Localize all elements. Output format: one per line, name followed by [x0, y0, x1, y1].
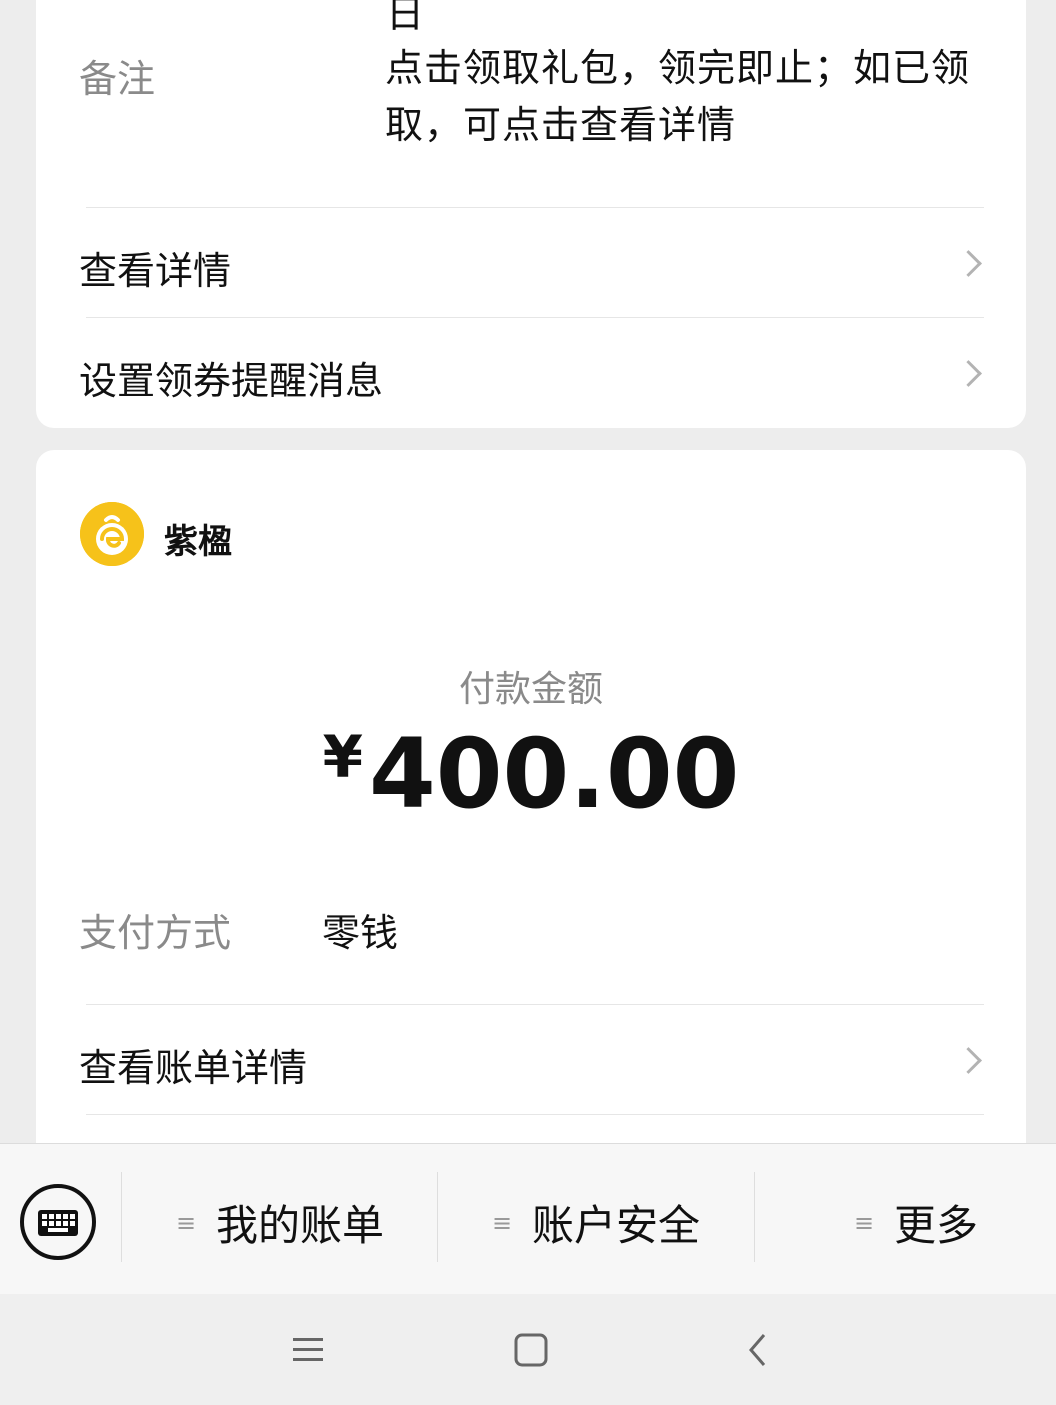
menu-lines-icon: ≡ [176, 1208, 197, 1237]
remark-label: 备注 [79, 57, 156, 101]
currency-symbol: ¥ [322, 723, 363, 791]
nav-back-button[interactable] [708, 1294, 808, 1405]
view-details-label: 查看详情 [79, 249, 232, 293]
menu-lines-icon: ≡ [492, 1208, 513, 1237]
remark-value: 点击领取礼包，领完即止；如已领取，可点击查看详情 [385, 46, 971, 147]
payment-amount: ¥400.00 [36, 718, 1026, 830]
system-navigation-bar [0, 1294, 1056, 1405]
official-account-menu: ≡ 我的账单 ≡ 账户安全 ≡ 更多 [0, 1143, 1056, 1294]
menu-account-security[interactable]: ≡ 账户安全 [492, 1192, 700, 1253]
menu-lines-icon: ≡ [854, 1208, 875, 1237]
nav-home-button[interactable] [481, 1294, 581, 1405]
keyboard-toggle-button[interactable] [20, 1184, 96, 1260]
coupon-reminder-row[interactable]: 设置领券提醒消息 [36, 318, 1026, 426]
menu-separator [437, 1172, 438, 1262]
menu-my-bills[interactable]: ≡ 我的账单 [176, 1192, 384, 1253]
divider [86, 1114, 984, 1115]
amount-label: 付款金额 [458, 669, 603, 710]
view-details-row[interactable]: 查看详情 [36, 208, 1026, 317]
merchant-logo-graphic [80, 502, 144, 566]
nav-menu-button[interactable] [258, 1294, 358, 1405]
chevron-right-icon [955, 360, 982, 387]
chevron-right-icon [955, 1047, 982, 1074]
payment-method-value: 零钱 [322, 911, 399, 955]
amount-value: 400.00 [368, 718, 740, 830]
nav-back-icon [749, 1333, 766, 1366]
keyboard-icon [38, 1210, 78, 1236]
nav-home-icon [514, 1333, 548, 1366]
details-card: 日 备注 点击领取礼包，领完即止；如已领取，可点击查看详情 查看详情 设置领券提… [36, 0, 1026, 428]
coupon-reminder-label: 设置领券提醒消息 [79, 359, 384, 403]
merchant-logo-icon [80, 502, 144, 566]
menu-account-security-label: 账户安全 [532, 1201, 701, 1250]
merchant-name: 紫楹 [164, 522, 232, 562]
bill-details-label: 查看账单详情 [79, 1046, 308, 1090]
menu-separator [121, 1172, 122, 1262]
menu-more-label: 更多 [894, 1201, 979, 1250]
chevron-right-icon [955, 250, 982, 277]
nav-menu-icon [293, 1337, 323, 1361]
menu-separator [754, 1172, 755, 1262]
menu-more[interactable]: ≡ 更多 [854, 1192, 978, 1253]
payment-method-label: 支付方式 [79, 911, 232, 955]
payment-card: 紫楹 付款金额 ¥400.00 支付方式 零钱 查看账单详情 [36, 450, 1026, 1170]
bill-details-row[interactable]: 查看账单详情 [36, 1005, 1026, 1114]
menu-my-bills-label: 我的账单 [216, 1201, 385, 1250]
cut-off-text: 日 [386, 0, 425, 36]
